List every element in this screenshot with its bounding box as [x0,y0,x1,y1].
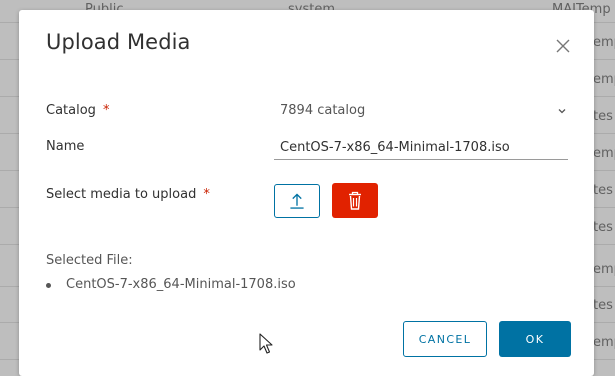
selected-file-list: CentOS-7-x86_64-Minimal-1708.iso [46,276,296,294]
list-item: CentOS-7-x86_64-Minimal-1708.iso [46,276,296,294]
delete-button[interactable] [332,183,378,218]
dialog-title: Upload Media [46,30,191,54]
trash-icon [349,191,361,210]
bullet [46,283,51,288]
ok-button[interactable]: OK [499,321,571,357]
upload-media-dialog: Upload Media Catalog * 7894 catalog Name … [19,10,594,376]
media-label: Select media to upload [46,187,197,202]
required-marker: * [203,187,210,202]
catalog-label: Catalog [46,103,96,118]
selected-file-name: CentOS-7-x86_64-Minimal-1708.iso [66,277,296,292]
chevron-down-icon[interactable] [556,105,568,117]
upload-button[interactable] [274,184,320,218]
media-label-row: Select media to upload * [46,187,210,202]
required-marker: * [102,103,110,118]
catalog-select[interactable]: 7894 catalog [280,103,365,118]
name-label: Name [46,139,85,154]
close-button[interactable] [554,37,572,55]
cancel-button[interactable]: CANCEL [403,321,487,357]
catalog-label-row: Catalog * [46,103,109,118]
name-input[interactable] [274,136,568,160]
mouse-cursor-icon [259,333,273,354]
selected-file-label: Selected File: [46,253,133,268]
close-icon [556,39,570,53]
upload-icon [290,193,304,209]
